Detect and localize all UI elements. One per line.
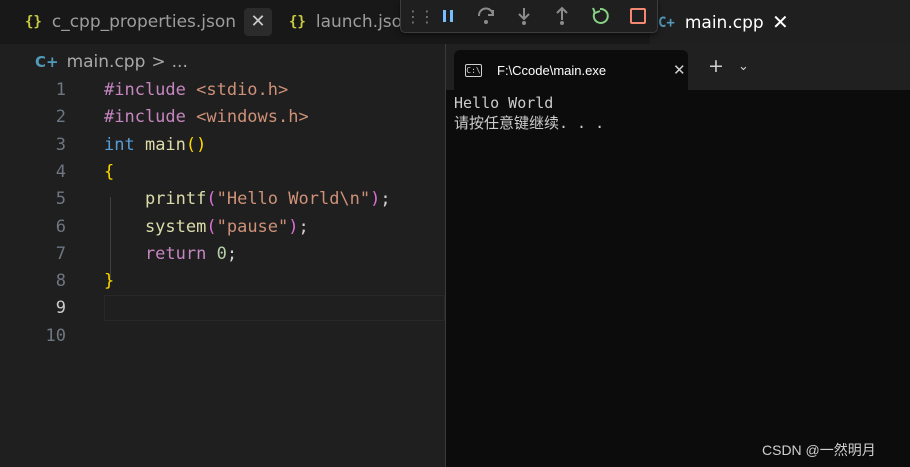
- line-number: 8: [55, 271, 66, 292]
- code-text: int main(): [104, 132, 206, 159]
- watermark: CSDN @一然明月: [762, 442, 876, 458]
- code-token: int: [104, 134, 145, 155]
- grip-icon[interactable]: ⋮⋮: [405, 1, 435, 31]
- code-token: ;: [380, 189, 391, 210]
- code-text: #include <stdio.h>: [104, 77, 288, 104]
- debug-toolbar: ⋮⋮: [400, 0, 658, 33]
- code-token: ): [288, 216, 299, 237]
- code-token: ;: [298, 216, 309, 237]
- code-editor[interactable]: 1 #include <stdio.h> 2 #include <windows.h>…: [0, 76, 445, 467]
- line-number: 6: [55, 216, 66, 237]
- line-number: 1: [55, 80, 66, 100]
- code-token: printf: [104, 189, 207, 210]
- code-line[interactable]: 10: [0, 323, 445, 350]
- step-over-button[interactable]: [467, 1, 505, 31]
- cpp-file-icon: C+: [658, 14, 675, 31]
- cpp-file-icon: C+: [35, 53, 59, 71]
- step-over-icon: [478, 7, 494, 24]
- breadcrumb-separator: >: [151, 52, 166, 72]
- terminal-window: C:\ F:\Ccode\main.exe ✕ + ⌄ Hello World …: [445, 44, 910, 467]
- terminal-output-line: 请按任意键继续. . .: [454, 114, 605, 132]
- code-text: system("pause");: [104, 214, 309, 241]
- code-token: ): [370, 189, 381, 210]
- close-icon: ✕: [250, 11, 266, 32]
- code-token: <windows.h>: [196, 107, 309, 128]
- code-token: {: [104, 161, 115, 182]
- code-token: "pause": [216, 216, 289, 237]
- terminal-tab[interactable]: C:\ F:\Ccode\main.exe ✕: [454, 50, 688, 90]
- code-line[interactable]: 4{: [0, 159, 445, 186]
- code-token: #include: [104, 107, 197, 128]
- code-token: #include: [104, 80, 197, 100]
- code-line[interactable]: 5 printf("Hello World\n");: [0, 186, 445, 213]
- code-token: (: [206, 189, 217, 210]
- close-icon[interactable]: ✕: [673, 61, 686, 79]
- pause-icon: [443, 10, 453, 22]
- tab-label: main.cpp: [684, 12, 764, 33]
- code-line[interactable]: 8}: [0, 268, 445, 295]
- code-token: (): [185, 134, 207, 155]
- tab-label: c_cpp_properties.json: [51, 12, 237, 32]
- step-into-button[interactable]: [505, 1, 543, 31]
- code-text: }: [104, 268, 114, 295]
- restart-button[interactable]: [581, 1, 619, 31]
- code-text: {: [104, 159, 114, 186]
- line-number: 7: [55, 243, 66, 264]
- stop-button[interactable]: [619, 1, 657, 31]
- code-line[interactable]: 3 int main(): [0, 132, 445, 159]
- close-icon[interactable]: ✕: [772, 10, 789, 34]
- code-line[interactable]: 1 #include <stdio.h>: [0, 77, 445, 104]
- tab-main-cpp[interactable]: C+ main.cpp ✕: [650, 0, 910, 44]
- code-token: (: [206, 216, 217, 237]
- code-token: ;: [226, 243, 238, 264]
- code-line[interactable]: 9: [0, 295, 445, 322]
- line-number: 9: [55, 298, 66, 319]
- step-into-icon: [518, 8, 530, 25]
- code-token: return: [104, 243, 217, 264]
- code-text: printf("Hello World\n");: [104, 186, 391, 213]
- code-token: system: [104, 216, 207, 237]
- code-token: <stdio.h>: [196, 80, 289, 100]
- tab-launch-json[interactable]: {} launch.json: [272, 0, 402, 44]
- terminal-title: F:\Ccode\main.exe: [497, 62, 607, 78]
- terminal-titlebar: C:\ F:\Ccode\main.exe ✕ + ⌄: [446, 44, 910, 90]
- pause-button[interactable]: [429, 1, 467, 31]
- step-out-button[interactable]: [543, 1, 581, 31]
- json-file-icon: {}: [25, 14, 42, 30]
- tab-close-button[interactable]: ✕: [244, 8, 272, 36]
- code-line[interactable]: 2 #include <windows.h>: [0, 104, 445, 131]
- restart-icon: [592, 7, 609, 24]
- code-token: "Hello World\n": [216, 189, 371, 210]
- line-number: 5: [55, 189, 66, 210]
- code-line[interactable]: 6 system("pause");: [0, 214, 445, 241]
- code-token: main: [144, 134, 186, 155]
- breadcrumb-more[interactable]: ...: [172, 52, 188, 72]
- line-number: 2: [55, 107, 66, 128]
- line-number: 4: [55, 161, 66, 182]
- code-line[interactable]: 7 return 0;: [0, 241, 445, 268]
- line-number: 3: [55, 134, 66, 155]
- terminal-output-line: Hello World: [454, 94, 554, 112]
- code-token: }: [104, 271, 115, 292]
- line-number: 10: [45, 325, 66, 346]
- step-out-icon: [556, 6, 568, 25]
- code-token: 0: [216, 243, 227, 264]
- console-icon: C:\: [465, 63, 482, 77]
- json-file-icon: {}: [289, 14, 306, 30]
- stop-icon: [630, 8, 646, 24]
- breadcrumb: C+ main.cpp > ...: [35, 50, 188, 74]
- code-text: return 0;: [104, 241, 237, 268]
- new-tab-plus-icon[interactable]: +: [708, 57, 724, 76]
- chevron-down-icon[interactable]: ⌄: [738, 59, 749, 74]
- tab-c-cpp-properties-json[interactable]: {} c_cpp_properties.json ✕: [8, 0, 272, 44]
- code-text: #include <windows.h>: [104, 104, 309, 131]
- tab-label: launch.json: [315, 12, 402, 32]
- breadcrumb-file[interactable]: main.cpp: [67, 52, 146, 72]
